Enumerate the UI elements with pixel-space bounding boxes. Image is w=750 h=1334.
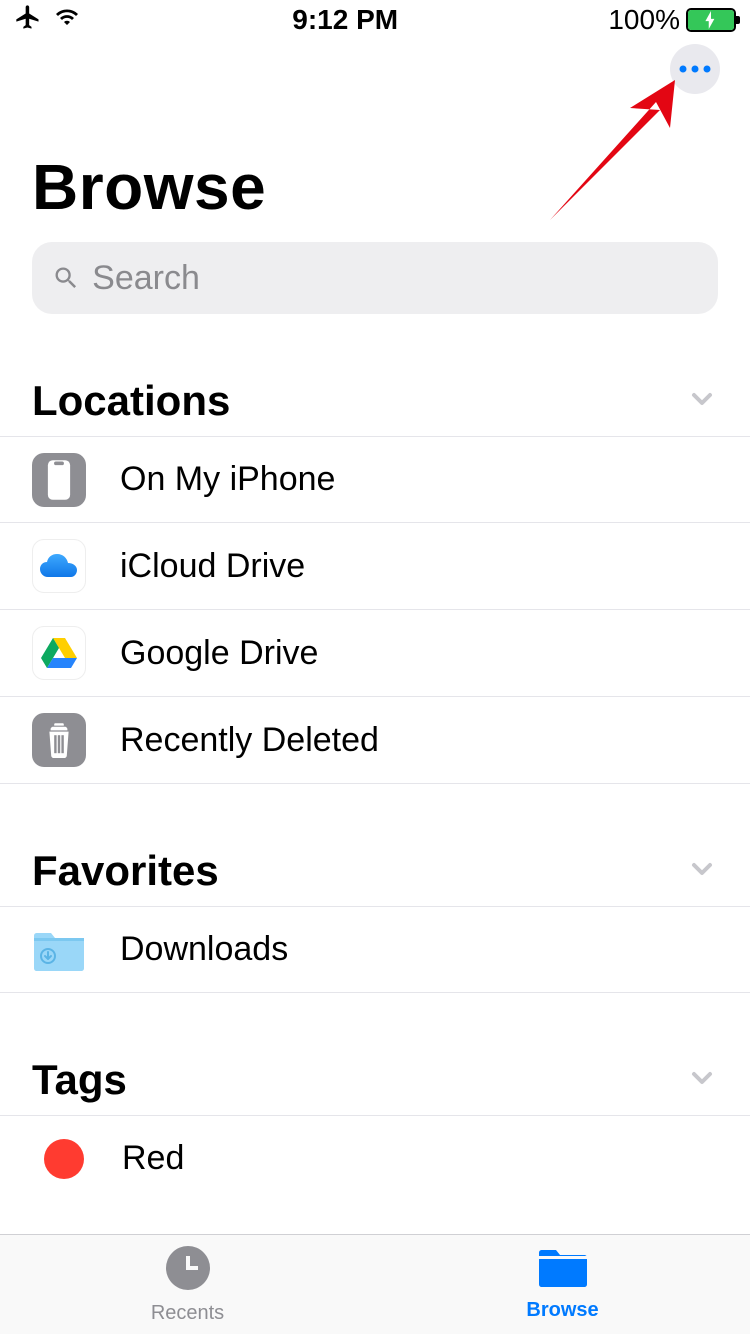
tab-recents[interactable]: Recents (0, 1235, 375, 1334)
wifi-icon (52, 5, 82, 36)
row-label: Recently Deleted (120, 721, 379, 760)
row-label: Google Drive (120, 634, 318, 673)
location-icloud-drive[interactable]: iCloud Drive (0, 523, 750, 610)
locations-header[interactable]: Locations (0, 366, 750, 436)
battery-percent: 100% (608, 4, 680, 36)
tab-browse[interactable]: Browse (375, 1235, 750, 1334)
more-options-button[interactable] (670, 44, 720, 94)
favorite-downloads[interactable]: Downloads (0, 906, 750, 993)
tab-bar: Recents Browse (0, 1234, 750, 1334)
page-title: Browse (32, 150, 718, 224)
tab-label: Recents (151, 1302, 224, 1325)
tag-label: Red (122, 1139, 184, 1178)
clock-icon (164, 1244, 212, 1298)
icloud-icon (32, 539, 86, 593)
locations-title: Locations (32, 377, 230, 425)
search-field[interactable] (32, 242, 718, 314)
status-time: 9:12 PM (292, 4, 398, 36)
chevron-down-icon (686, 853, 718, 890)
location-google-drive[interactable]: Google Drive (0, 610, 750, 697)
battery-icon (686, 8, 736, 32)
google-drive-icon (32, 626, 86, 680)
iphone-icon (32, 453, 86, 507)
row-label: Downloads (120, 930, 288, 969)
tab-label: Browse (526, 1299, 598, 1322)
airplane-mode-icon (14, 3, 42, 38)
ellipsis-icon (678, 65, 712, 73)
status-bar: 9:12 PM 100% (0, 0, 750, 40)
tags-header[interactable]: Tags (0, 1045, 750, 1115)
tags-title: Tags (32, 1056, 127, 1104)
row-label: On My iPhone (120, 460, 335, 499)
search-input[interactable] (92, 259, 698, 298)
tag-red[interactable]: Red (0, 1115, 750, 1194)
favorites-header[interactable]: Favorites (0, 836, 750, 906)
chevron-down-icon (686, 1062, 718, 1099)
folder-icon (537, 1247, 589, 1295)
favorites-title: Favorites (32, 847, 219, 895)
location-on-my-iphone[interactable]: On My iPhone (0, 436, 750, 523)
chevron-down-icon (686, 383, 718, 420)
tag-color-dot (44, 1139, 84, 1179)
downloads-folder-icon (32, 923, 86, 977)
row-label: iCloud Drive (120, 547, 305, 586)
trash-icon (32, 713, 86, 767)
search-icon (52, 263, 80, 293)
location-recently-deleted[interactable]: Recently Deleted (0, 697, 750, 784)
